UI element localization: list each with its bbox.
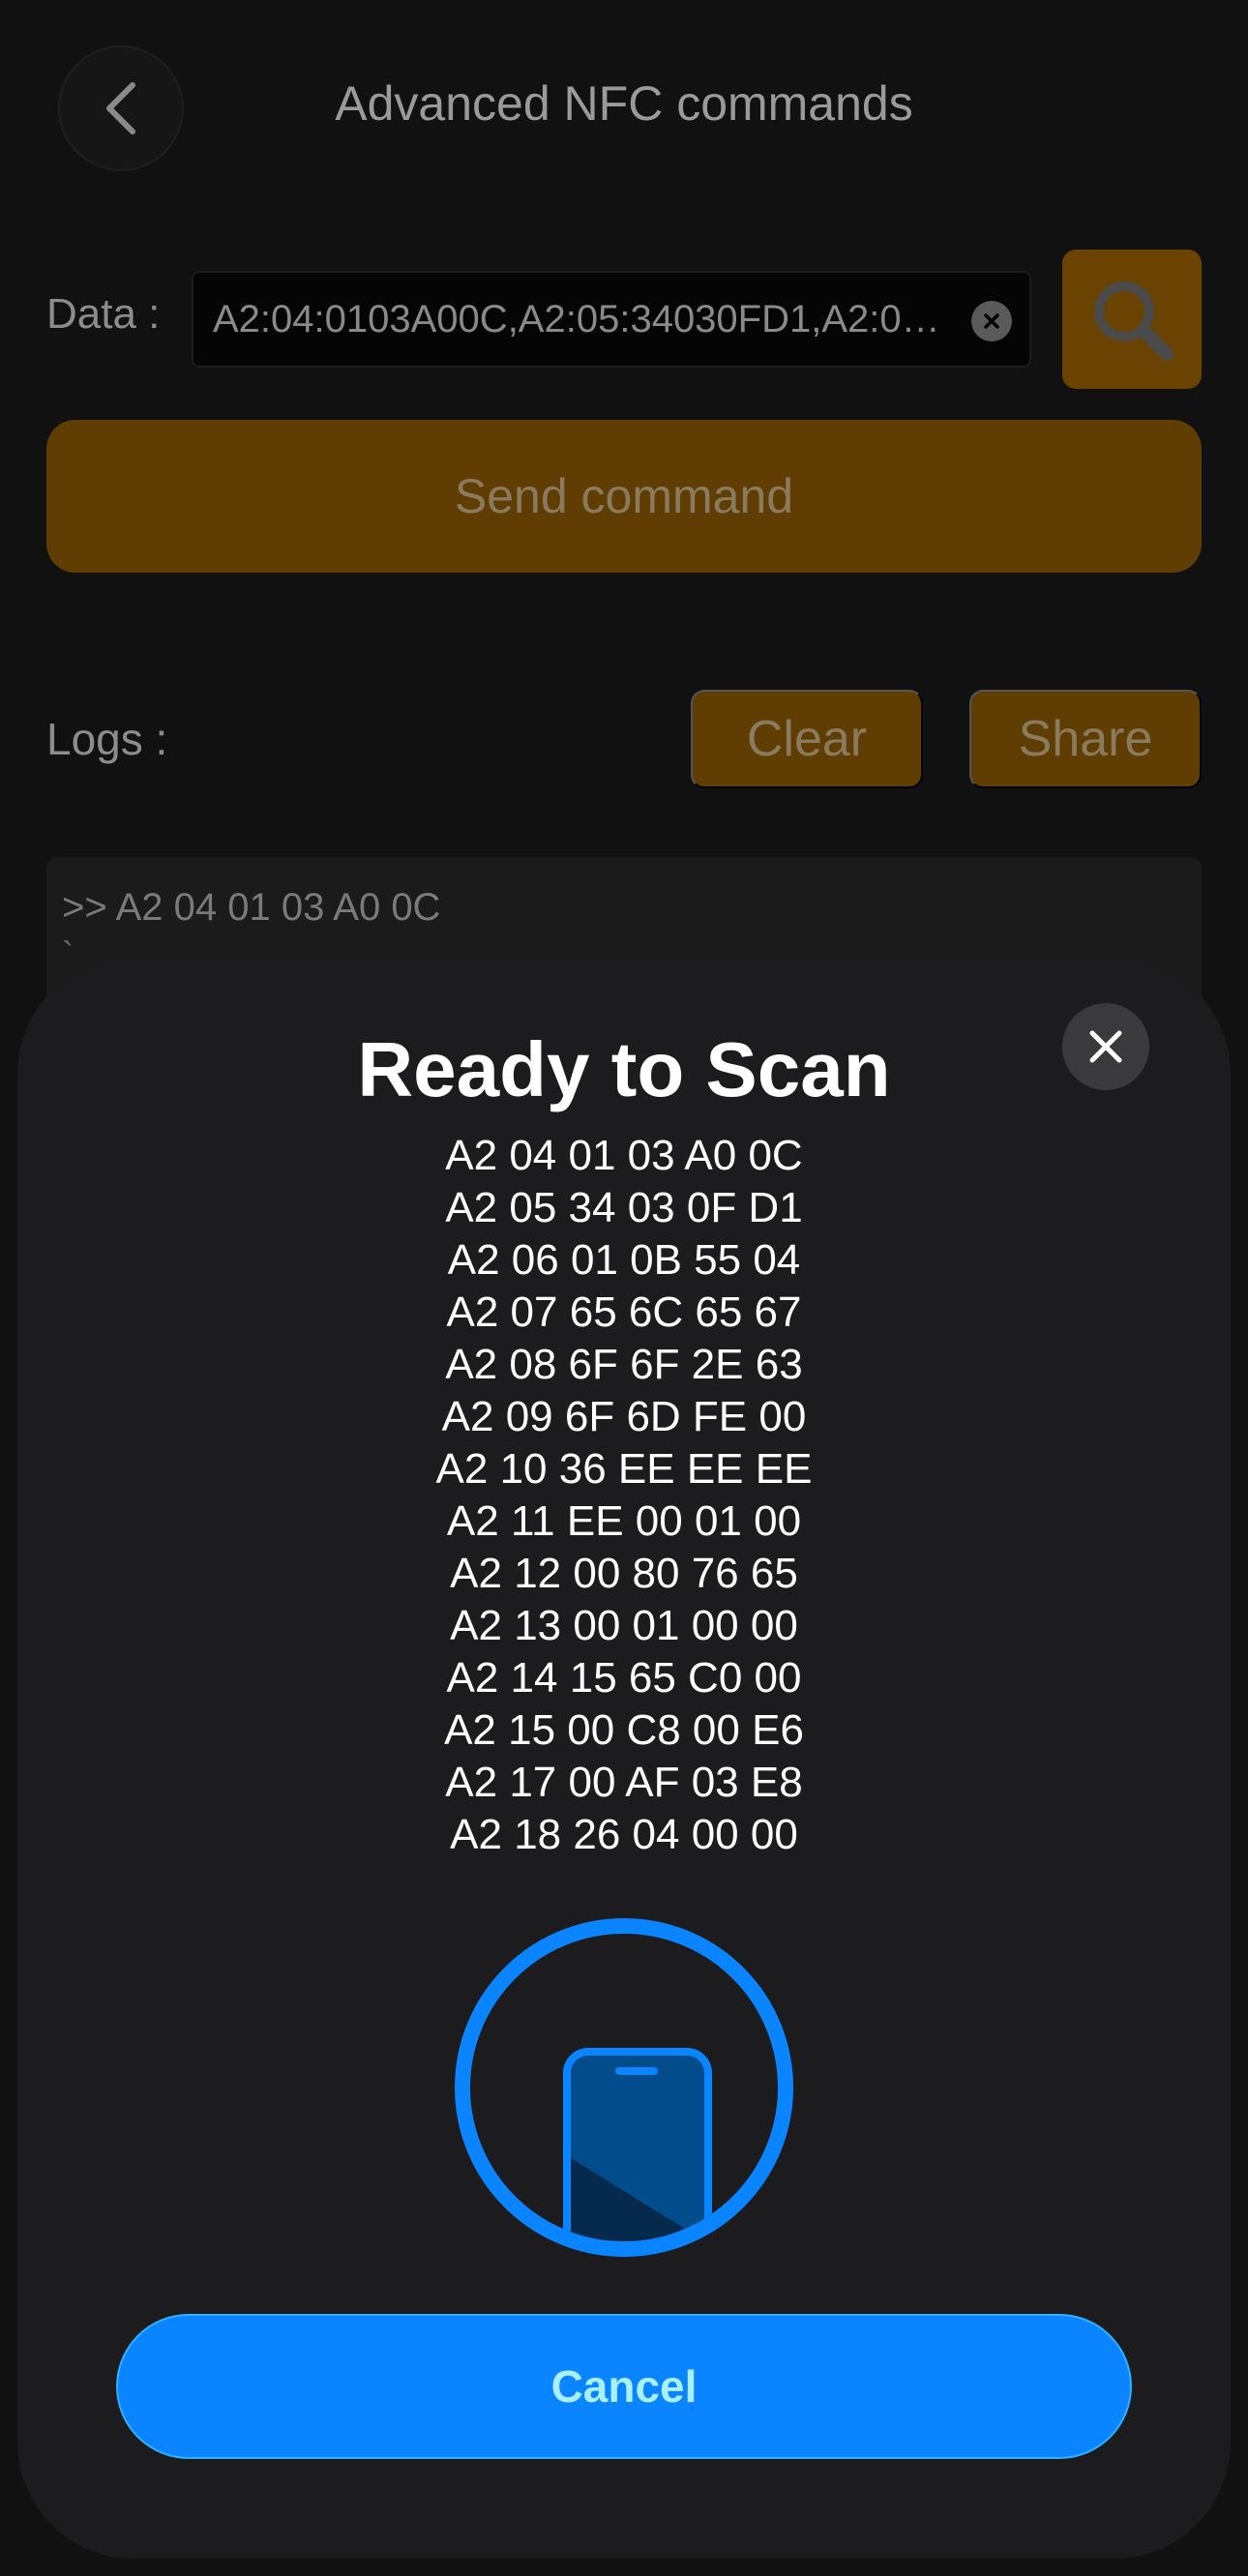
send-command-button[interactable]: Send command (46, 420, 1202, 573)
sheet-title: Ready to Scan (357, 1026, 891, 1112)
command-line: A2 15 00 C8 00 E6 (444, 1706, 804, 1754)
command-line: A2 08 6F 6F 2E 63 (445, 1341, 803, 1388)
logs-label: Logs : (46, 714, 168, 764)
data-input[interactable]: A2:04:0103A00C,A2:05:34030FD1,A2:06:010B… (192, 271, 1031, 368)
command-line: A2 11 EE 00 01 00 (446, 1497, 802, 1545)
data-label: Data : (46, 290, 161, 338)
command-line: A2 13 00 01 00 00 (450, 1602, 798, 1649)
search-icon (1094, 281, 1174, 361)
command-line: A2 09 6F 6D FE 00 (441, 1393, 807, 1440)
log-line: >> A2 04 01 03 A0 0C (62, 886, 441, 929)
command-list: A2 04 01 03 A0 0C A2 05 34 03 0F D1 A2 0… (0, 1130, 1248, 1861)
command-line: A2 14 15 65 C0 00 (446, 1654, 802, 1702)
clear-input-button[interactable] (971, 301, 1012, 341)
search-button[interactable] (1062, 250, 1202, 389)
log-line: ` (62, 934, 74, 974)
command-line: A2 10 36 EE EE EE (435, 1445, 813, 1493)
cancel-button[interactable]: Cancel (116, 2314, 1132, 2459)
command-line: A2 17 00 AF 03 E8 (445, 1759, 803, 1806)
phone-scan-icon (563, 2048, 712, 2241)
command-line: A2 04 01 03 A0 0C (445, 1132, 803, 1179)
page-title: Advanced NFC commands (335, 76, 913, 131)
command-line: A2 07 65 6C 65 67 (446, 1288, 802, 1336)
command-line: A2 05 34 03 0F D1 (445, 1184, 803, 1231)
clear-logs-button[interactable]: Clear (691, 690, 923, 788)
command-line: A2 06 01 0B 55 04 (447, 1236, 801, 1284)
command-line: A2 12 00 80 76 65 (450, 1550, 798, 1597)
command-line: A2 18 26 04 00 00 (450, 1811, 798, 1858)
share-logs-button[interactable]: Share (969, 690, 1202, 788)
clear-x-icon (984, 313, 999, 329)
scan-indicator (455, 1918, 793, 2257)
data-input-value: A2:04:0103A00C,A2:05:34030FD1,A2:06:010B… (213, 298, 948, 341)
